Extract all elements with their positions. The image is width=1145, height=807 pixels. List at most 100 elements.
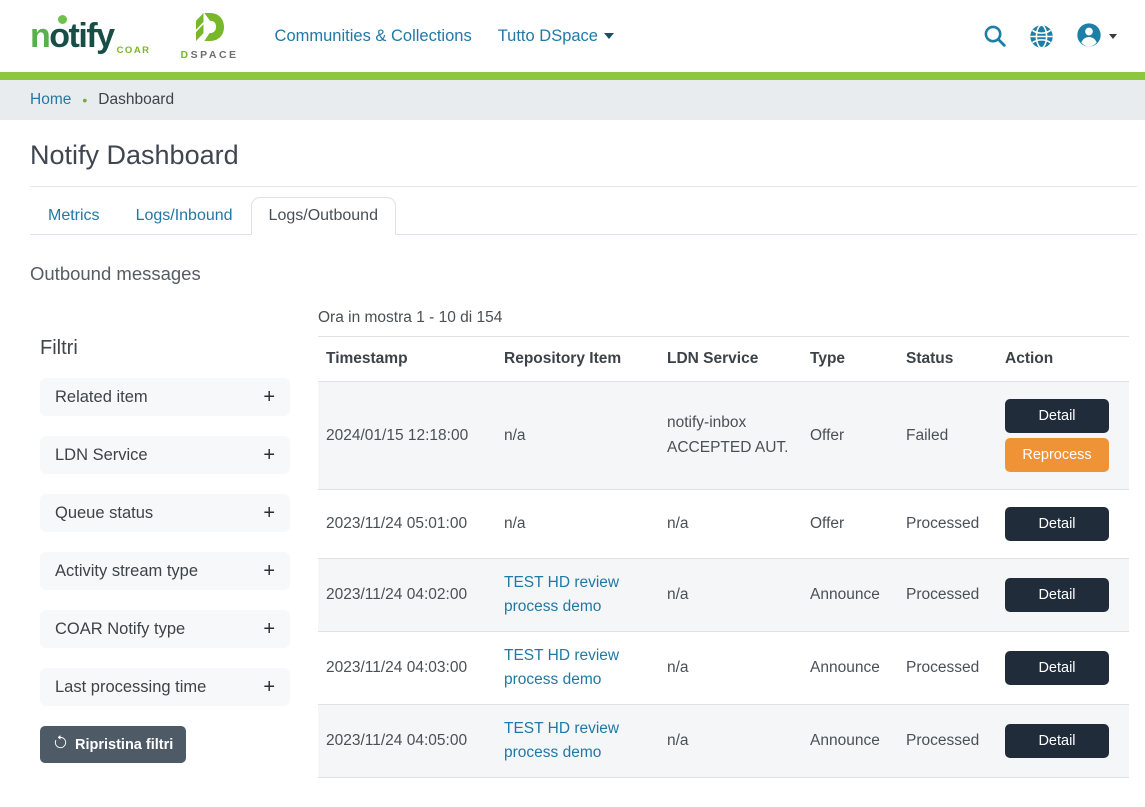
tab-logs-inbound[interactable]: Logs/Inbound <box>118 197 251 235</box>
type-cell: Offer <box>802 382 898 490</box>
plus-icon: + <box>263 387 275 407</box>
page-title: Notify Dashboard <box>30 140 1115 171</box>
timestamp-cell: 2023/11/24 04:03:00 <box>318 632 496 705</box>
dspace-logo-text: DSPACE <box>181 49 239 61</box>
col-action: Action <box>997 337 1129 382</box>
plus-icon: + <box>263 445 275 465</box>
notify-wordmark-n: n <box>30 17 49 55</box>
user-menu[interactable] <box>1075 21 1117 52</box>
action-cell: Detail <box>997 559 1129 632</box>
results-summary: Ora in mostra 1 - 10 di 154 <box>318 309 1129 327</box>
content-area: Filtri Related item + LDN Service + Queu… <box>40 285 1129 778</box>
top-header: notifyCOAR DSPACE Communities & Collecti… <box>0 0 1145 72</box>
table-row: 2024/01/15 12:18:00 n/a notify-inbox ACC… <box>318 382 1129 490</box>
dashboard-tabs: Metrics Logs/Inbound Logs/Outbound <box>30 197 1137 235</box>
breadcrumb: Home • Dashboard <box>0 80 1145 120</box>
reprocess-button[interactable]: Reprocess <box>1005 438 1109 472</box>
dspace-logo-icon <box>194 13 226 46</box>
repository-item-cell: n/a <box>496 490 659 559</box>
language-globe-icon[interactable] <box>1028 23 1055 50</box>
nav-scope-dropdown[interactable]: Tutto DSpace <box>498 27 614 46</box>
timestamp-cell: 2023/11/24 04:02:00 <box>318 559 496 632</box>
table-row: 2023/11/24 05:01:00 n/a n/a Offer Proces… <box>318 490 1129 559</box>
title-divider <box>30 186 1137 187</box>
repository-item-cell: TEST HD review process demo <box>496 559 659 632</box>
status-cell: Processed <box>898 632 997 705</box>
col-timestamp: Timestamp <box>318 337 496 382</box>
status-cell: Processed <box>898 490 997 559</box>
plus-icon: + <box>263 561 275 581</box>
outbound-log-table: Timestamp Repository Item LDN Service Ty… <box>318 336 1129 778</box>
table-row: 2023/11/24 04:05:00 TEST HD review proce… <box>318 705 1129 778</box>
detail-button[interactable]: Detail <box>1005 651 1109 685</box>
action-cell: Detail Reprocess <box>997 382 1129 490</box>
timestamp-cell: 2023/11/24 04:05:00 <box>318 705 496 778</box>
filter-queue-status[interactable]: Queue status + <box>40 494 290 532</box>
col-repository-item: Repository Item <box>496 337 659 382</box>
reset-filters-button[interactable]: Ripristina filtri <box>40 726 186 763</box>
repository-item-link[interactable]: TEST HD review process demo <box>504 574 619 615</box>
outbound-log-results: Ora in mostra 1 - 10 di 154 Timestamp Re… <box>318 285 1129 778</box>
action-cell: Detail <box>997 632 1129 705</box>
type-cell: Announce <box>802 632 898 705</box>
filters-sidebar: Filtri Related item + LDN Service + Queu… <box>40 285 290 763</box>
action-cell: Detail <box>997 705 1129 778</box>
ldn-service-cell: n/a <box>659 632 802 705</box>
breadcrumb-separator: • <box>82 92 87 108</box>
col-type: Type <box>802 337 898 382</box>
caret-down-icon <box>604 33 614 39</box>
detail-button[interactable]: Detail <box>1005 724 1109 758</box>
nav-communities-collections[interactable]: Communities & Collections <box>275 27 472 46</box>
timestamp-cell: 2023/11/24 05:01:00 <box>318 490 496 559</box>
breadcrumb-home-link[interactable]: Home <box>30 91 71 109</box>
col-ldn-service: LDN Service <box>659 337 802 382</box>
detail-button[interactable]: Detail <box>1005 399 1109 433</box>
filter-activity-stream-type[interactable]: Activity stream type + <box>40 552 290 590</box>
tab-logs-outbound[interactable]: Logs/Outbound <box>251 197 396 235</box>
notify-wordmark: notifyCOAR <box>30 11 151 53</box>
type-cell: Offer <box>802 490 898 559</box>
table-row: 2023/11/24 04:03:00 TEST HD review proce… <box>318 632 1129 705</box>
section-heading: Outbound messages <box>30 263 1115 285</box>
plus-icon: + <box>263 677 275 697</box>
ldn-service-cell: n/a <box>659 559 802 632</box>
plus-icon: + <box>263 619 275 639</box>
breadcrumb-current: Dashboard <box>98 91 174 109</box>
detail-button[interactable]: Detail <box>1005 578 1109 612</box>
repository-item-cell: n/a <box>496 382 659 490</box>
plus-icon: + <box>263 503 275 523</box>
ldn-service-cell: n/a <box>659 705 802 778</box>
filters-title: Filtri <box>40 337 290 360</box>
repository-item-cell: TEST HD review process demo <box>496 632 659 705</box>
filter-last-processing-time[interactable]: Last processing time + <box>40 668 290 706</box>
ldn-service-cell: notify-inbox ACCEPTED AUT. <box>659 382 802 490</box>
type-cell: Announce <box>802 705 898 778</box>
action-cell: Detail <box>997 490 1129 559</box>
type-cell: Announce <box>802 559 898 632</box>
main-nav: Communities & Collections Tutto DSpace <box>275 27 614 46</box>
arrow-counterclockwise-icon <box>53 735 68 754</box>
col-status: Status <box>898 337 997 382</box>
repository-item-link[interactable]: TEST HD review process demo <box>504 720 619 761</box>
filter-coar-notify-type[interactable]: COAR Notify type + <box>40 610 290 648</box>
user-icon <box>1075 21 1103 52</box>
accent-bar <box>0 72 1145 80</box>
caret-down-icon <box>1109 34 1117 39</box>
repository-item-link[interactable]: TEST HD review process demo <box>504 647 619 688</box>
dspace-logo: DSPACE <box>181 13 239 61</box>
notify-logo-dot <box>58 15 67 24</box>
status-cell: Processed <box>898 559 997 632</box>
header-icon-group <box>982 21 1117 52</box>
filter-ldn-service[interactable]: LDN Service + <box>40 436 290 474</box>
status-cell: Failed <box>898 382 997 490</box>
repository-item-cell: TEST HD review process demo <box>496 705 659 778</box>
table-row: 2023/11/24 04:02:00 TEST HD review proce… <box>318 559 1129 632</box>
filter-related-item[interactable]: Related item + <box>40 378 290 416</box>
search-icon[interactable] <box>982 23 1008 49</box>
tab-metrics[interactable]: Metrics <box>30 197 118 235</box>
ldn-service-cell: n/a <box>659 490 802 559</box>
coar-label: COAR <box>117 45 151 56</box>
detail-button[interactable]: Detail <box>1005 507 1109 541</box>
notify-logo: notifyCOAR DSPACE <box>30 11 239 61</box>
timestamp-cell: 2024/01/15 12:18:00 <box>318 382 496 490</box>
